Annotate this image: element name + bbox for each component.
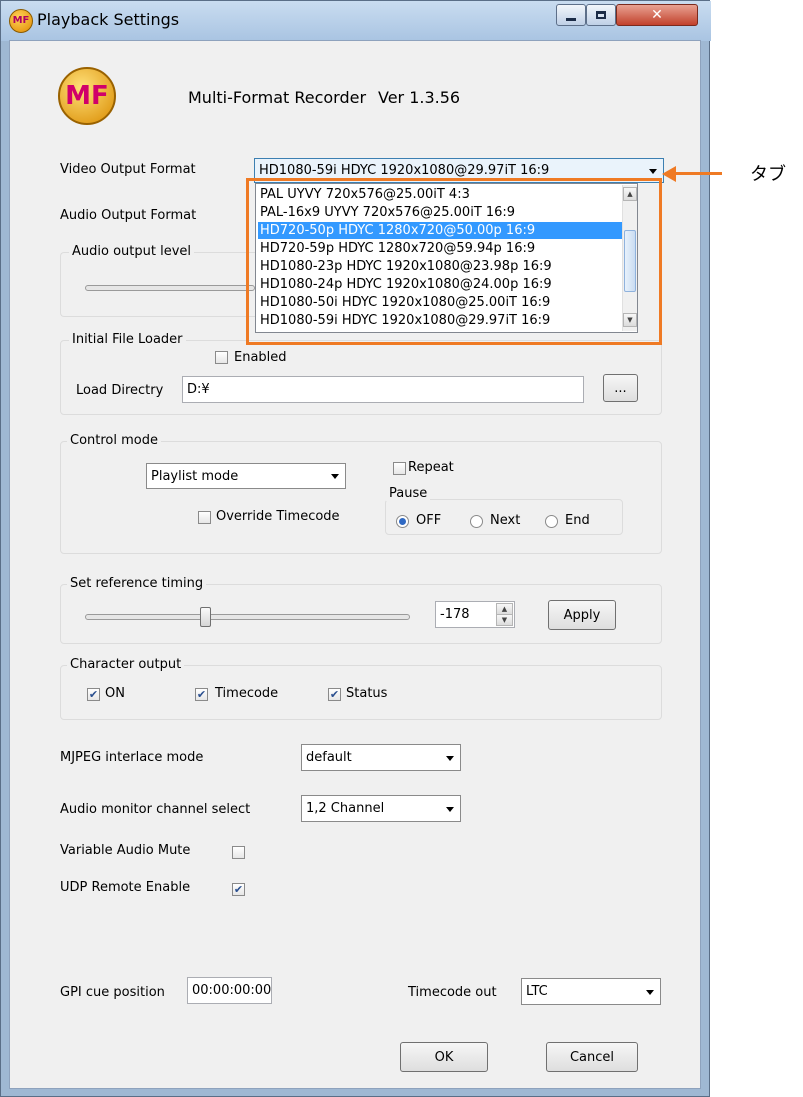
mjpeg-label: MJPEG interlace mode [60, 750, 204, 765]
video-output-label: Video Output Format [60, 162, 196, 177]
override-timecode-label: Override Timecode [216, 509, 340, 524]
mf-logo: MF [58, 67, 116, 125]
reference-timing-spinner[interactable]: ▲ ▼ [496, 603, 513, 626]
highlight-box [246, 178, 662, 345]
minimize-icon [566, 17, 576, 21]
pause-next-label: Next [490, 513, 521, 528]
char-timecode-label: Timecode [215, 686, 279, 701]
chevron-down-icon [446, 755, 454, 761]
audio-monitor-value: 1,2 Channel [306, 801, 385, 816]
char-status-checkbox[interactable]: ✔ [328, 688, 341, 701]
chevron-down-icon [331, 474, 339, 479]
repeat-label: Repeat [408, 460, 454, 475]
ok-label: OK [434, 1049, 454, 1065]
load-directory-input[interactable]: D:¥ [182, 376, 584, 403]
control-mode-select[interactable]: Playlist mode [146, 463, 346, 489]
chevron-down-icon [646, 989, 654, 995]
mf-logo-text: MF [65, 81, 109, 111]
browse-button[interactable]: ... [603, 374, 638, 402]
load-directory-value: D:¥ [187, 382, 210, 397]
character-output-group-label: Character output [67, 657, 185, 672]
title-bar[interactable]: MF Playback Settings ✕ [1, 1, 711, 41]
chevron-down-icon [649, 168, 657, 174]
maximize-button[interactable] [586, 4, 616, 26]
override-timecode-checkbox[interactable] [198, 511, 211, 524]
control-mode-group: Control mode [60, 433, 662, 554]
control-mode-value: Playlist mode [151, 468, 239, 484]
reference-timing-slider[interactable] [85, 614, 410, 620]
gpi-cue-value: 00:00:00:00 [192, 983, 272, 998]
timecode-out-select[interactable]: LTC [521, 978, 661, 1005]
annotation-arrow [672, 172, 722, 175]
enabled-label: Enabled [234, 350, 287, 365]
mjpeg-value: default [306, 750, 352, 765]
char-timecode-checkbox[interactable]: ✔ [195, 688, 208, 701]
audio-output-label: Audio Output Format [60, 208, 197, 223]
apply-button[interactable]: Apply [548, 600, 616, 630]
udp-remote-label: UDP Remote Enable [60, 880, 191, 895]
apply-label: Apply [563, 607, 601, 623]
ok-button[interactable]: OK [400, 1042, 488, 1072]
gpi-cue-label: GPI cue position [60, 985, 165, 1000]
close-button[interactable]: ✕ [616, 4, 698, 26]
char-on-checkbox[interactable]: ✔ [87, 688, 100, 701]
timecode-out-value: LTC [526, 984, 548, 999]
control-mode-group-label: Control mode [67, 433, 161, 448]
reference-timing-value: -178 [440, 607, 470, 622]
close-icon: ✕ [651, 7, 663, 23]
app-icon: MF [9, 9, 33, 33]
pause-end-radio[interactable] [545, 515, 558, 528]
minimize-button[interactable] [556, 4, 586, 26]
repeat-checkbox[interactable] [393, 462, 406, 475]
gpi-cue-input[interactable]: 00:00:00:00 [187, 977, 272, 1004]
char-status-label: Status [346, 686, 388, 701]
reference-timing-group-label: Set reference timing [67, 576, 207, 591]
browse-label: ... [614, 380, 627, 396]
variable-audio-mute-label: Variable Audio Mute [60, 843, 191, 858]
load-directory-label: Load Directry [76, 383, 164, 398]
audio-level-slider[interactable] [85, 285, 255, 291]
audio-level-group-label: Audio output level [69, 244, 195, 259]
pause-off-radio[interactable] [396, 515, 409, 528]
pause-next-radio[interactable] [470, 515, 483, 528]
file-loader-group-label: Initial File Loader [69, 332, 186, 347]
pause-group-label: Pause [386, 486, 431, 501]
variable-audio-mute-checkbox[interactable] [232, 846, 245, 859]
annotation-label: タブ [750, 164, 786, 185]
mjpeg-select[interactable]: default [301, 744, 461, 771]
cancel-button[interactable]: Cancel [546, 1042, 638, 1072]
annotation-arrow-head [662, 166, 676, 182]
timecode-out-label: Timecode out [408, 985, 497, 1000]
pause-off-label: OFF [416, 513, 442, 528]
audio-monitor-label: Audio monitor channel select [60, 802, 251, 817]
video-output-selected: HD1080-59i HDYC 1920x1080@29.97iT 16:9 [259, 163, 550, 178]
cancel-label: Cancel [569, 1049, 615, 1065]
spin-down-icon[interactable]: ▼ [496, 614, 513, 626]
enabled-checkbox[interactable] [215, 351, 228, 364]
char-on-label: ON [105, 686, 125, 701]
app-version: Ver 1.3.56 [378, 88, 461, 107]
window-title: Playback Settings [37, 10, 180, 29]
reference-timing-slider-thumb[interactable] [200, 607, 212, 627]
maximize-icon [596, 11, 606, 19]
app-name: Multi-Format Recorder [188, 88, 367, 107]
chevron-down-icon [446, 806, 454, 812]
audio-monitor-select[interactable]: 1,2 Channel [301, 795, 461, 822]
pause-end-label: End [565, 513, 590, 528]
udp-remote-checkbox[interactable]: ✔ [232, 883, 245, 896]
